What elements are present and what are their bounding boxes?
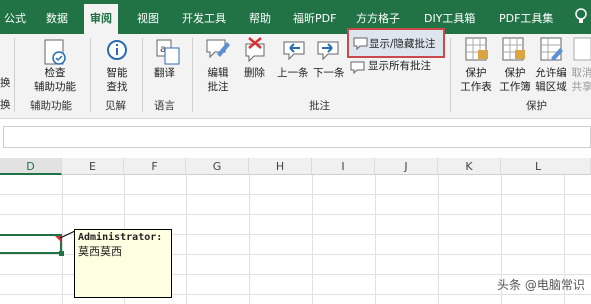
show-hide-comment-button[interactable]: 显示/隐藏批注: [347, 28, 445, 58]
column-header-e[interactable]: E: [62, 158, 124, 175]
comment-box[interactable]: Administrator: 莫西莫西: [74, 229, 172, 298]
edit-comment-icon: [206, 39, 230, 59]
next-comment-button[interactable]: 下一条: [313, 66, 345, 80]
check-accessibility-button[interactable]: 检查 辅助功能: [26, 66, 84, 94]
next-comment-icon: [317, 41, 339, 61]
previous-comment-icon: [283, 41, 305, 61]
tab-data[interactable]: 数据: [46, 10, 68, 26]
check-accessibility-label-2: 辅助功能: [34, 81, 76, 93]
edit-comment-label-1: 编辑: [207, 67, 229, 79]
tab-fangfang[interactable]: 方方格子: [356, 10, 400, 26]
partial-group-label: 换: [0, 99, 11, 111]
smart-lookup-button[interactable]: 智能 查找: [99, 66, 135, 94]
cancel-share-icon: [573, 37, 591, 61]
allow-edit-ranges-icon: [540, 37, 563, 61]
allow-edit-ranges-button[interactable]: 允许编 辑区域: [534, 66, 568, 94]
cancel-share-button[interactable]: 取消 共享: [571, 66, 591, 94]
tab-view[interactable]: 视图: [137, 10, 159, 26]
formula-bar[interactable]: [3, 126, 591, 148]
column-header-k[interactable]: K: [438, 158, 501, 175]
tab-diy-toolbox[interactable]: DIY工具箱: [424, 10, 475, 26]
lightbulb-icon[interactable]: [574, 7, 588, 25]
show-all-comments-icon: [350, 61, 365, 74]
group-label-insights: 见解: [105, 100, 126, 112]
protect-workbook-label-1: 保护: [504, 67, 526, 79]
tab-developer[interactable]: 开发工具: [182, 10, 226, 26]
watermark: 头条 @电脑常识: [497, 278, 585, 292]
group-separator: [142, 38, 143, 112]
accessibility-check-icon: [44, 39, 66, 65]
group-label-accessibility: 辅助功能: [30, 100, 72, 112]
allow-edit-ranges-label-2: 辑区域: [535, 81, 567, 93]
tab-foxit-pdf[interactable]: 福昕PDF: [293, 10, 336, 26]
cancel-share-label-2: 共享: [571, 81, 591, 93]
selected-cell[interactable]: [0, 234, 64, 256]
translate-button[interactable]: 翻译: [154, 66, 175, 80]
column-header-l[interactable]: L: [501, 158, 591, 175]
protect-sheet-button[interactable]: 保护 工作表: [456, 66, 496, 94]
group-separator: [90, 38, 91, 112]
protect-workbook-button[interactable]: 保护 工作簿: [497, 66, 533, 94]
edit-comment-label-2: 批注: [207, 81, 229, 93]
group-label-language: 语言: [154, 100, 175, 112]
group-separator: [14, 38, 15, 112]
column-header-h[interactable]: H: [249, 158, 312, 175]
tab-pdf-toolset[interactable]: PDF工具集: [499, 10, 553, 26]
tab-formulas[interactable]: 公式: [4, 10, 26, 26]
edit-comment-button[interactable]: 编辑 批注: [202, 66, 234, 94]
column-header-g[interactable]: G: [186, 158, 249, 175]
tab-review[interactable]: 审阅: [84, 4, 118, 34]
smart-lookup-label-1: 智能: [106, 67, 128, 79]
delete-comment-button[interactable]: 删除: [244, 66, 265, 80]
group-separator: [192, 38, 193, 112]
delete-comment-icon: [245, 37, 265, 62]
ribbon-tab-bar: 公式 数据 审阅 视图 开发工具 帮助 福昕PDF 方方格子 DIY工具箱 PD…: [0, 0, 591, 34]
group-label-comments: 批注: [309, 100, 330, 112]
protect-workbook-label-2: 工作簿: [499, 81, 531, 93]
protect-sheet-icon: [465, 37, 488, 61]
tab-help[interactable]: 帮助: [249, 10, 271, 26]
show-comment-icon: [353, 37, 368, 50]
fill-handle[interactable]: [59, 251, 64, 256]
partial-button-label[interactable]: 换: [0, 76, 11, 90]
column-header-j[interactable]: J: [375, 158, 438, 175]
column-header-f[interactable]: F: [124, 158, 186, 175]
ribbon-panel: 换 换 检查 辅助功能 辅助功能 智能 查找 见解 a 翻译 语言 编辑 批注: [0, 28, 591, 119]
protect-sheet-label-2: 工作表: [460, 81, 492, 93]
smart-lookup-icon: [107, 40, 127, 60]
previous-comment-button[interactable]: 上一条: [277, 66, 309, 80]
protect-workbook-icon: [502, 37, 525, 61]
show-hide-comment-label: 显示/隐藏批注: [369, 38, 436, 50]
column-header-d[interactable]: D: [0, 158, 62, 175]
comment-text: 莫西莫西: [78, 245, 122, 258]
show-all-comments-button[interactable]: 显示所有批注: [368, 59, 431, 73]
check-accessibility-label-1: 检查: [44, 67, 66, 79]
group-label-protect: 保护: [526, 100, 547, 112]
column-header-i[interactable]: I: [312, 158, 375, 175]
smart-lookup-label-2: 查找: [106, 81, 128, 93]
protect-sheet-label-1: 保护: [465, 67, 487, 79]
comment-author: Administrator:: [78, 232, 163, 243]
allow-edit-ranges-label-1: 允许编: [535, 67, 567, 79]
translate-icon: a: [156, 39, 180, 65]
group-separator: [450, 38, 451, 112]
cancel-share-label-1: 取消: [571, 67, 591, 79]
